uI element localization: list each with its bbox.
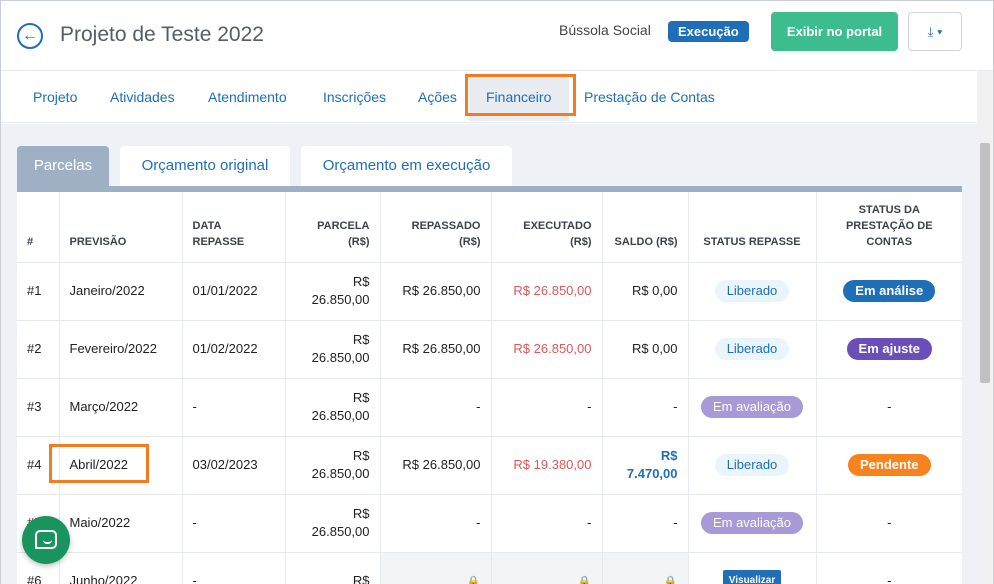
status-badge: Execução bbox=[668, 21, 749, 42]
row-number: #4 bbox=[17, 436, 60, 495]
parcela-cell: R$ 26.850,00 bbox=[285, 262, 381, 321]
column-header: Parcela (R$) bbox=[285, 192, 381, 263]
page-header: ← Projeto de Teste 2022 Bússola Social E… bbox=[1, 1, 993, 71]
status-repasse-badge: Em avaliação bbox=[700, 512, 804, 534]
parcela-cell: R$ bbox=[285, 552, 381, 584]
data-repasse-cell: 01/01/2022 bbox=[182, 262, 286, 321]
data-repasse-cell: - bbox=[182, 494, 286, 553]
download-icon: ⤓ bbox=[927, 24, 934, 39]
main-content: Parcelas Orçamento original Orçamento em… bbox=[1, 124, 977, 584]
repassado-cell: R$ 26.850,00 bbox=[380, 436, 492, 495]
table-row[interactable]: #5 Maio/2022 - R$ 26.850,00 - - - Em ava… bbox=[17, 494, 962, 553]
repassado-cell: R$ 26.850,00 bbox=[380, 262, 492, 321]
lock-icon: 🔒 bbox=[663, 575, 678, 584]
data-repasse-cell: 03/02/2023 bbox=[182, 436, 286, 495]
status-prestacao-cell: - bbox=[816, 494, 962, 553]
view-portal-button[interactable]: Exibir no portal bbox=[771, 12, 898, 51]
column-header: Saldo (R$) bbox=[602, 192, 689, 263]
page-title: Projeto de Teste 2022 bbox=[60, 23, 264, 46]
table-row[interactable]: #1 Janeiro/2022 01/01/2022 R$ 26.850,00 … bbox=[17, 262, 962, 321]
table-row[interactable]: #4 Abril/2022 03/02/2023 R$ 26.850,00 R$… bbox=[17, 436, 962, 495]
table-row[interactable]: #6 Junho/2022 - R$ 🔒 🔒 🔒 Visualizar - bbox=[17, 552, 962, 584]
saldo-cell: R$ 7.470,00 bbox=[602, 436, 689, 495]
status-prestacao-cell: - bbox=[816, 552, 962, 584]
table-header-row: # Previsão Data Repasse Parcela (R$) Rep… bbox=[17, 192, 962, 263]
executado-cell: R$ 26.850,00 bbox=[491, 262, 603, 321]
column-header: Status Repasse bbox=[688, 192, 817, 263]
column-header: # bbox=[17, 192, 60, 263]
row-number: #2 bbox=[17, 320, 60, 379]
saldo-cell: R$ 0,00 bbox=[602, 262, 689, 321]
saldo-cell: R$ 0,00 bbox=[602, 320, 689, 379]
status-prestacao-badge[interactable]: Em análise bbox=[843, 280, 936, 302]
table-row[interactable]: #3 Março/2022 - R$ 26.850,00 - - - Em av… bbox=[17, 378, 962, 437]
parcela-cell: R$ 26.850,00 bbox=[285, 494, 381, 553]
nav-item-atividades[interactable]: Atividades bbox=[110, 89, 175, 105]
tab-orcamento-original[interactable]: Orçamento original bbox=[120, 146, 290, 186]
nav-item-acoes[interactable]: Ações bbox=[418, 89, 457, 105]
nav-item-atendimento[interactable]: Atendimento bbox=[208, 89, 287, 105]
data-repasse-cell: 01/02/2022 bbox=[182, 320, 286, 379]
saldo-cell: - bbox=[602, 494, 689, 553]
status-prestacao-badge[interactable]: Pendente bbox=[847, 454, 931, 476]
parcelas-table: # Previsão Data Repasse Parcela (R$) Rep… bbox=[17, 192, 962, 584]
lock-icon: 🔒 bbox=[466, 575, 481, 584]
status-repasse-badge: Liberado bbox=[714, 338, 790, 360]
status-repasse-badge: Em avaliação bbox=[700, 396, 804, 418]
data-repasse-cell: - bbox=[182, 552, 286, 584]
saldo-cell: - bbox=[602, 378, 689, 437]
previsao-cell: Janeiro/2022 bbox=[59, 262, 183, 321]
column-header: Status da Prestação de Contas bbox=[816, 192, 962, 263]
nav-item-financeiro[interactable]: Financeiro bbox=[486, 89, 551, 105]
executado-cell: R$ 26.850,00 bbox=[491, 320, 603, 379]
column-header: Previsão bbox=[59, 192, 183, 263]
previsao-cell: Fevereiro/2022 bbox=[59, 320, 183, 379]
arrow-left-icon[interactable]: ← bbox=[17, 23, 43, 49]
previsao-cell: Março/2022 bbox=[59, 378, 183, 437]
status-prestacao-cell: - bbox=[816, 378, 962, 437]
chat-bubble-icon[interactable] bbox=[22, 516, 70, 564]
previsao-cell: Junho/2022 bbox=[59, 552, 183, 584]
nav-item-projeto[interactable]: Projeto bbox=[33, 89, 77, 105]
download-button[interactable]: ⤓ ▾ bbox=[908, 12, 962, 51]
nav-item-inscricoes[interactable]: Inscrições bbox=[323, 89, 386, 105]
previsao-cell: Abril/2022 bbox=[59, 436, 183, 495]
parcela-cell: R$ 26.850,00 bbox=[285, 436, 381, 495]
parcela-cell: R$ 26.850,00 bbox=[285, 320, 381, 379]
section-nav: Projeto Atividades Atendimento Inscriçõe… bbox=[1, 71, 977, 123]
tab-parcelas[interactable]: Parcelas bbox=[17, 146, 109, 186]
table-row[interactable]: #2 Fevereiro/2022 01/02/2022 R$ 26.850,0… bbox=[17, 320, 962, 379]
previsao-cell: Maio/2022 bbox=[59, 494, 183, 553]
status-repasse-badge: Liberado bbox=[714, 280, 790, 302]
row-number: #3 bbox=[17, 378, 60, 437]
parcela-cell: R$ 26.850,00 bbox=[285, 378, 381, 437]
column-header: Data Repasse bbox=[182, 192, 286, 263]
executado-cell: - bbox=[491, 494, 603, 553]
scrollbar-thumb[interactable] bbox=[980, 143, 990, 383]
tab-orcamento-execucao[interactable]: Orçamento em execução bbox=[301, 146, 512, 186]
column-header: Executado (R$) bbox=[491, 192, 603, 263]
column-header: Repassado (R$) bbox=[380, 192, 492, 263]
row-number: #1 bbox=[17, 262, 60, 321]
visualizar-button[interactable]: Visualizar bbox=[722, 570, 782, 584]
repassado-cell: - bbox=[380, 378, 492, 437]
organization-name: Bússola Social bbox=[559, 22, 651, 38]
nav-item-prestacao-contas[interactable]: Prestação de Contas bbox=[584, 89, 715, 105]
executado-cell: - bbox=[491, 378, 603, 437]
status-repasse-badge: Liberado bbox=[714, 454, 790, 476]
status-prestacao-badge[interactable]: Em ajuste bbox=[846, 338, 932, 360]
lock-icon: 🔒 bbox=[577, 575, 592, 584]
repassado-cell: - bbox=[380, 494, 492, 553]
chevron-down-icon: ▾ bbox=[936, 24, 943, 39]
executado-cell: R$ 19.380,00 bbox=[491, 436, 603, 495]
vertical-scrollbar[interactable] bbox=[977, 71, 993, 584]
repassado-cell: R$ 26.850,00 bbox=[380, 320, 492, 379]
data-repasse-cell: - bbox=[182, 378, 286, 437]
